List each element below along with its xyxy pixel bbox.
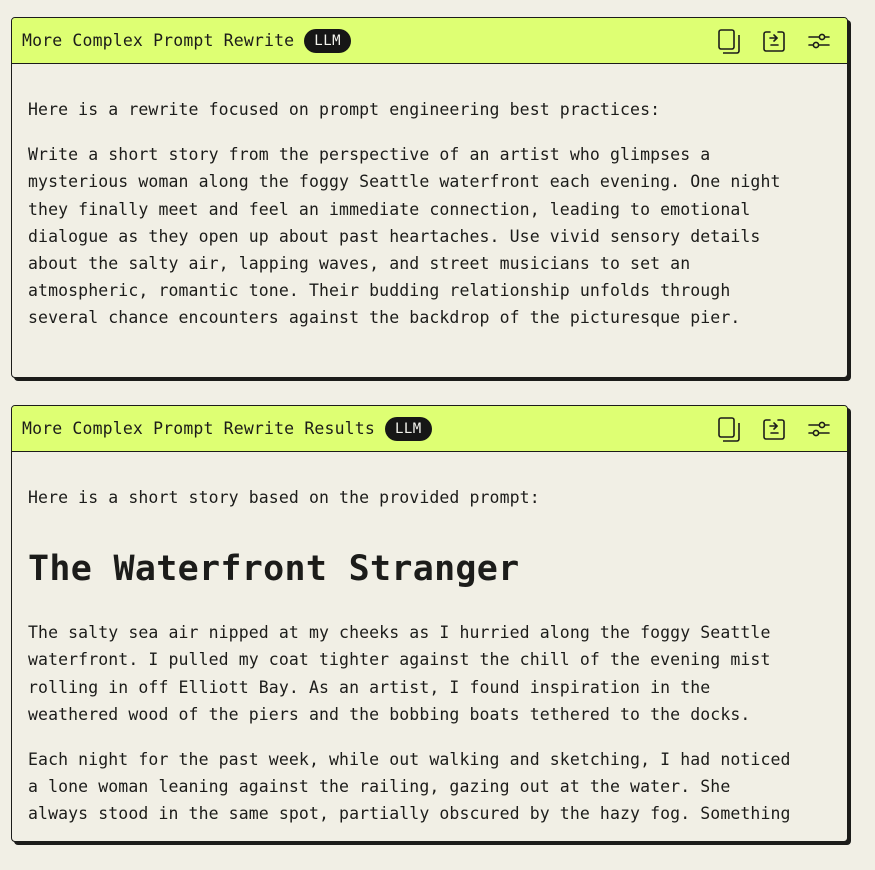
- panel-body: Here is a rewrite focused on prompt engi…: [12, 96, 847, 332]
- story-paragraph: The salty sea air nipped at my cheeks as…: [28, 623, 771, 724]
- panel-actions: [716, 18, 831, 64]
- llm-badge: LLM: [304, 28, 352, 53]
- prompt-rewrite-results-panel: More Complex Prompt Rewrite Results LLM: [11, 405, 848, 842]
- copy-icon[interactable]: [716, 28, 741, 54]
- panel-header: More Complex Prompt Rewrite LLM: [12, 18, 847, 64]
- share-icon[interactable]: [761, 417, 786, 442]
- intro-text: Here is a short story based on the provi…: [28, 488, 540, 507]
- intro-text: Here is a rewrite focused on prompt engi…: [28, 100, 661, 119]
- copy-icon[interactable]: [716, 416, 741, 442]
- panel-body: Here is a short story based on the provi…: [12, 484, 847, 828]
- share-icon[interactable]: [761, 29, 786, 54]
- settings-sliders-icon[interactable]: [806, 29, 831, 54]
- panel-title: More Complex Prompt Rewrite: [22, 31, 295, 50]
- story-paragraph: Each night for the past week, while out …: [28, 750, 791, 824]
- llm-badge: LLM: [384, 416, 432, 441]
- panel-header: More Complex Prompt Rewrite Results LLM: [12, 406, 847, 452]
- story-title: The Waterfront Stranger: [28, 549, 520, 590]
- rewritten-prompt-text: Write a short story from the perspective…: [28, 145, 781, 328]
- prompt-rewrite-panel: More Complex Prompt Rewrite LLM Here is …: [11, 17, 848, 378]
- panel-actions: [716, 406, 831, 452]
- panel-title: More Complex Prompt Rewrite Results: [22, 419, 375, 438]
- settings-sliders-icon[interactable]: [806, 417, 831, 442]
